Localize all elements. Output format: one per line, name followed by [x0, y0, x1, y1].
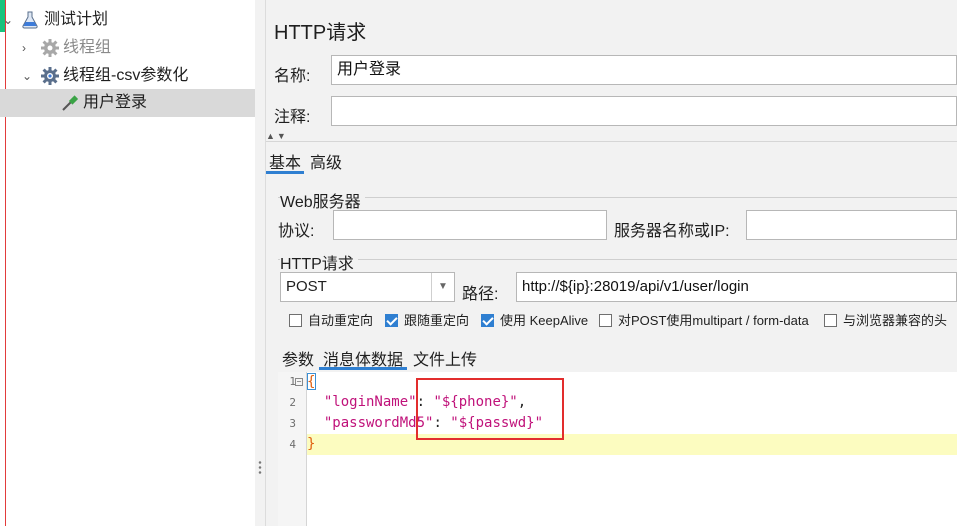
- method-value: POST: [286, 278, 327, 295]
- server-name-label: 服务器名称或IP:: [614, 223, 730, 240]
- code-line-current: }: [307, 434, 957, 455]
- chevron-down-icon[interactable]: ⌄: [3, 6, 13, 34]
- comment-field[interactable]: [331, 96, 957, 126]
- tree-item-thread-group-csv[interactable]: ⌄ 线程组-csv参数化: [0, 62, 255, 90]
- collapse-toggle-icon[interactable]: ▲▼: [266, 131, 288, 141]
- checkbox-box[interactable]: [599, 314, 612, 327]
- code-line: "passwordMd5": "${passwd}": [323, 415, 544, 431]
- multipart-checkbox[interactable]: 对POST使用multipart / form-data: [599, 313, 809, 329]
- http-sampler-panel: HTTP请求 名称: 用户登录 注释: ▲▼ 基本 高级 Web服务器 协议: …: [266, 0, 957, 526]
- comment-label: 注释:: [274, 109, 311, 126]
- tree-item-user-login[interactable]: 用户登录: [0, 89, 255, 117]
- tab-active-indicator: [319, 367, 407, 370]
- chevron-right-icon[interactable]: ›: [22, 34, 26, 62]
- close-brace: }: [307, 436, 316, 452]
- page-title: HTTP请求: [274, 22, 367, 44]
- server-name-field[interactable]: [746, 210, 957, 240]
- tree-item-label: 线程组-csv参数化: [63, 67, 189, 84]
- tab-file-upload[interactable]: 文件上传: [413, 346, 477, 370]
- body-data-editor[interactable]: 1 − 2 3 4 { "loginName": "${phone}", "pa…: [278, 372, 957, 526]
- http-request-group-title: HTTP请求: [280, 250, 358, 274]
- tree-item-thread-group[interactable]: › 线程组: [0, 34, 255, 62]
- group-border: [278, 259, 957, 260]
- annotation-highlight-box: [416, 378, 564, 440]
- open-brace: {: [307, 374, 316, 390]
- checkbox-box[interactable]: [385, 314, 398, 327]
- line-number: 1: [289, 375, 296, 388]
- checkbox-label: 自动重定向: [308, 313, 374, 328]
- gear-icon: [41, 67, 59, 85]
- test-plan-tree: ⌄ 测试计划 › 线程组 ⌄ 线程组-csv参数化 用户登录: [0, 0, 256, 526]
- checkbox-box[interactable]: [824, 314, 837, 327]
- checkbox-label: 与浏览器兼容的头: [843, 313, 948, 328]
- tab-parameters[interactable]: 参数: [282, 346, 314, 370]
- path-field[interactable]: http://${ip}:28019/api/v1/user/login: [516, 272, 957, 302]
- protocol-label: 协议:: [278, 223, 315, 240]
- browser-compatible-headers-checkbox[interactable]: 与浏览器兼容的头: [824, 313, 947, 329]
- line-number-gutter: 1 − 2 3 4: [278, 372, 307, 526]
- fold-icon[interactable]: −: [295, 378, 303, 386]
- checkbox-label: 使用 KeepAlive: [500, 313, 589, 328]
- divider: [266, 141, 957, 142]
- tab-advanced[interactable]: 高级: [310, 149, 342, 173]
- tab-basic[interactable]: 基本: [269, 149, 301, 173]
- dropdown-arrow-icon[interactable]: ▼: [431, 273, 454, 301]
- flask-icon: [22, 11, 38, 29]
- tree-item-label: 用户登录: [83, 94, 148, 111]
- code-line: "loginName": "${phone}",: [323, 394, 527, 410]
- line-number: 4: [289, 438, 296, 451]
- checkbox-label: 跟随重定向: [404, 313, 470, 328]
- code-line: {: [307, 372, 957, 393]
- tree-item-label: 线程组: [63, 39, 112, 56]
- path-label: 路径:: [462, 286, 499, 303]
- line-number: 3: [289, 417, 296, 430]
- tree-item-test-plan[interactable]: ⌄ 测试计划: [0, 6, 255, 34]
- chevron-down-icon[interactable]: ⌄: [22, 62, 32, 90]
- checkbox-box[interactable]: [289, 314, 302, 327]
- method-select[interactable]: POST ▼: [280, 272, 455, 302]
- gear-icon: [41, 39, 59, 57]
- checkbox-label: 对POST使用multipart / form-data: [618, 313, 809, 328]
- json-key: "loginName": [323, 394, 417, 410]
- tree-item-label: 测试计划: [44, 11, 109, 28]
- web-server-group-title: Web服务器: [280, 188, 365, 212]
- tab-active-indicator: [266, 171, 304, 174]
- protocol-field[interactable]: [333, 210, 607, 240]
- pipette-icon: [62, 95, 79, 111]
- follow-redirect-checkbox[interactable]: 跟随重定向: [385, 313, 469, 329]
- pane-splitter[interactable]: [255, 0, 266, 526]
- name-field[interactable]: 用户登录: [331, 55, 957, 85]
- line-number: 2: [289, 396, 296, 409]
- group-border: [278, 197, 957, 198]
- keepalive-checkbox[interactable]: 使用 KeepAlive: [481, 313, 588, 329]
- checkbox-box[interactable]: [481, 314, 494, 327]
- drag-handle-icon[interactable]: [258, 460, 262, 476]
- auto-redirect-checkbox[interactable]: 自动重定向: [289, 313, 373, 329]
- name-label: 名称:: [274, 68, 311, 85]
